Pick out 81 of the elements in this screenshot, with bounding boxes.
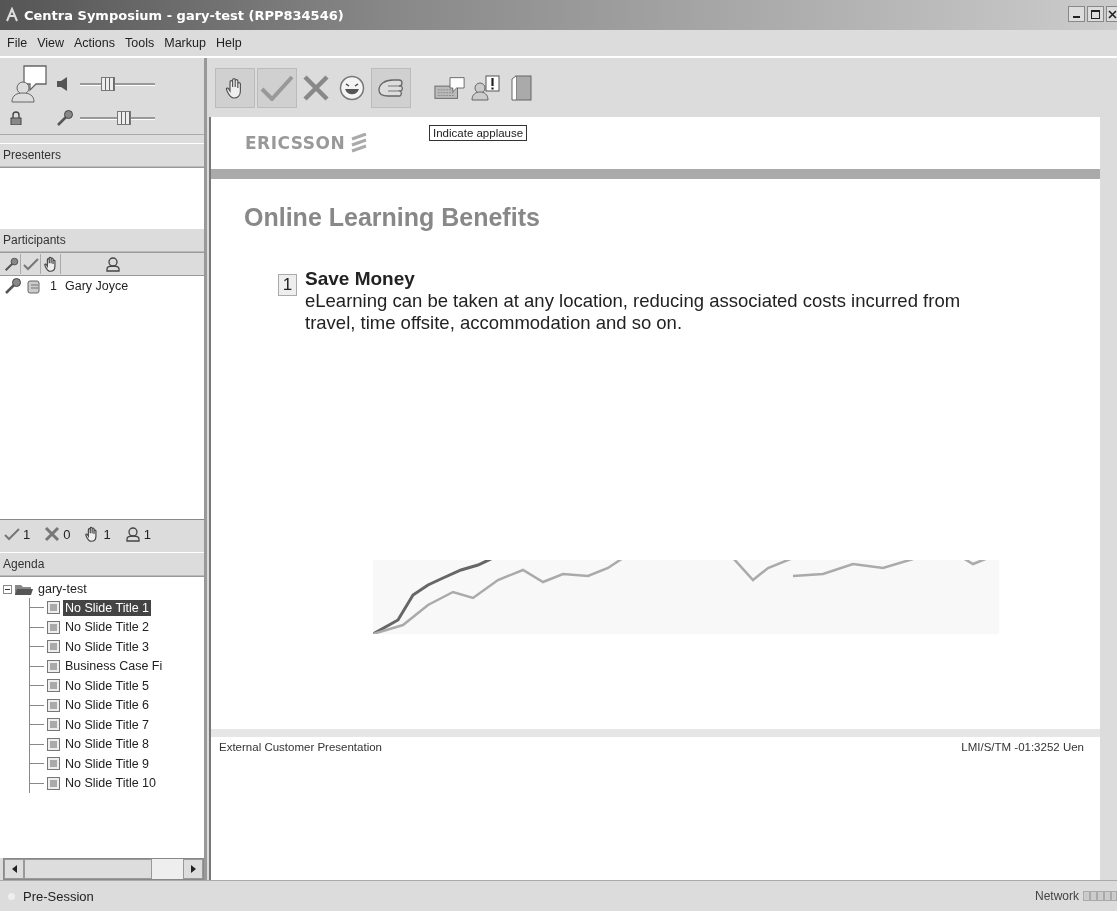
slide-icon (47, 601, 60, 615)
slide-icon (47, 757, 60, 771)
count-value: 1 (23, 526, 31, 542)
menu-item[interactable]: Help (210, 36, 247, 50)
keyboard-chat-icon (434, 75, 466, 101)
status-text: Network (1035, 889, 1079, 903)
close-button[interactable] (1106, 6, 1117, 22)
tree-item[interactable]: No Slide Title 8 (63, 736, 152, 753)
menu-item[interactable]: Markup (159, 36, 211, 50)
speaker-icon (56, 76, 70, 92)
slide-icon (47, 659, 60, 673)
logo-icon (351, 133, 368, 153)
tree-item[interactable]: No Slide Title 3 (63, 638, 152, 655)
slider-thumb[interactable] (116, 111, 131, 125)
panel-header: Agenda (0, 552, 204, 577)
tree-item[interactable]: No Slide Title 9 (63, 755, 152, 772)
tree-item[interactable]: No Slide Title 10 (63, 775, 159, 792)
person-icon (124, 526, 141, 542)
menu-item[interactable]: View (32, 36, 70, 50)
toolbar-button[interactable] (371, 68, 411, 108)
horizontal-scrollbar[interactable] (3, 858, 204, 880)
count-value: 1 (103, 526, 111, 542)
maximize-icon (1091, 9, 1100, 19)
point-heading: Save Money (305, 268, 416, 290)
tree-item[interactable]: gary-test (36, 581, 89, 597)
window-title: Centra Symposium - gary-test (RPP834546) (24, 7, 345, 23)
slide-icon (47, 620, 60, 634)
tree-item[interactable]: No Slide Title 2 (63, 619, 152, 636)
minimize-button[interactable] (1068, 6, 1085, 22)
point-number: 1 (278, 274, 297, 296)
right-arrow-icon (190, 865, 196, 873)
cross-icon (44, 526, 61, 542)
user-alert-icon (471, 75, 501, 101)
panel-header: Presenters (0, 143, 204, 168)
slide-icon (47, 776, 60, 790)
presenter-chat-icon (10, 64, 48, 104)
toolbar-button[interactable] (215, 68, 255, 108)
slide-icon (47, 640, 60, 654)
tree-item[interactable]: No Slide Title 5 (63, 677, 152, 694)
check-icon (23, 256, 39, 272)
lock-icon (10, 111, 22, 125)
tree-item[interactable]: No Slide Title 7 (63, 716, 152, 733)
participant-name[interactable]: Gary Joyce (64, 279, 129, 293)
participant-number: 1 (50, 279, 57, 293)
microphone-icon (3, 256, 19, 272)
slide-title: Online Learning Benefits (243, 202, 541, 232)
tree-item[interactable]: No Slide Title 1 (63, 599, 152, 616)
check-icon (260, 74, 294, 102)
tree-item[interactable]: Business Case Fi (63, 658, 165, 675)
close-icon (1107, 9, 1117, 19)
slide-icon (47, 698, 60, 712)
folder-icon (14, 582, 34, 596)
slider-thumb[interactable] (101, 77, 116, 91)
logo-text: ERICSSON (245, 133, 346, 153)
collapse-toggle[interactable] (3, 584, 12, 594)
slide-icon (47, 737, 60, 751)
point-body: eLearning can be taken at any location, reducing associated costs incurred from travel, time offsite, accommodation and so on. (305, 290, 962, 334)
hand-icon (43, 256, 59, 272)
maximize-button[interactable] (1087, 6, 1104, 22)
status-text: Pre-Session (23, 888, 94, 904)
count-value: 0 (63, 526, 71, 542)
footer-text: External Customer Presentation (219, 741, 382, 753)
menu-item[interactable]: Tools (120, 36, 160, 50)
microphone-icon (56, 109, 74, 127)
panel-header: Participants (0, 228, 204, 253)
cross-icon (302, 74, 330, 102)
slide-icon (47, 718, 60, 732)
menu-item[interactable]: Actions (69, 36, 121, 50)
count-value: 1 (143, 526, 151, 542)
menu-item[interactable]: File (2, 36, 33, 50)
slide-icon (47, 679, 60, 693)
door-icon (511, 75, 533, 101)
tooltip: Indicate applause (429, 125, 528, 141)
app-logo-icon (4, 7, 20, 23)
check-icon (4, 526, 20, 542)
left-arrow-icon (11, 865, 17, 873)
microphone-icon (4, 277, 22, 295)
smiley-icon (339, 75, 365, 101)
tree-item[interactable]: No Slide Title 6 (63, 697, 152, 714)
person-icon (105, 256, 121, 272)
footer-text: LMI/S/TM -01:3252 Uen (961, 741, 1084, 753)
